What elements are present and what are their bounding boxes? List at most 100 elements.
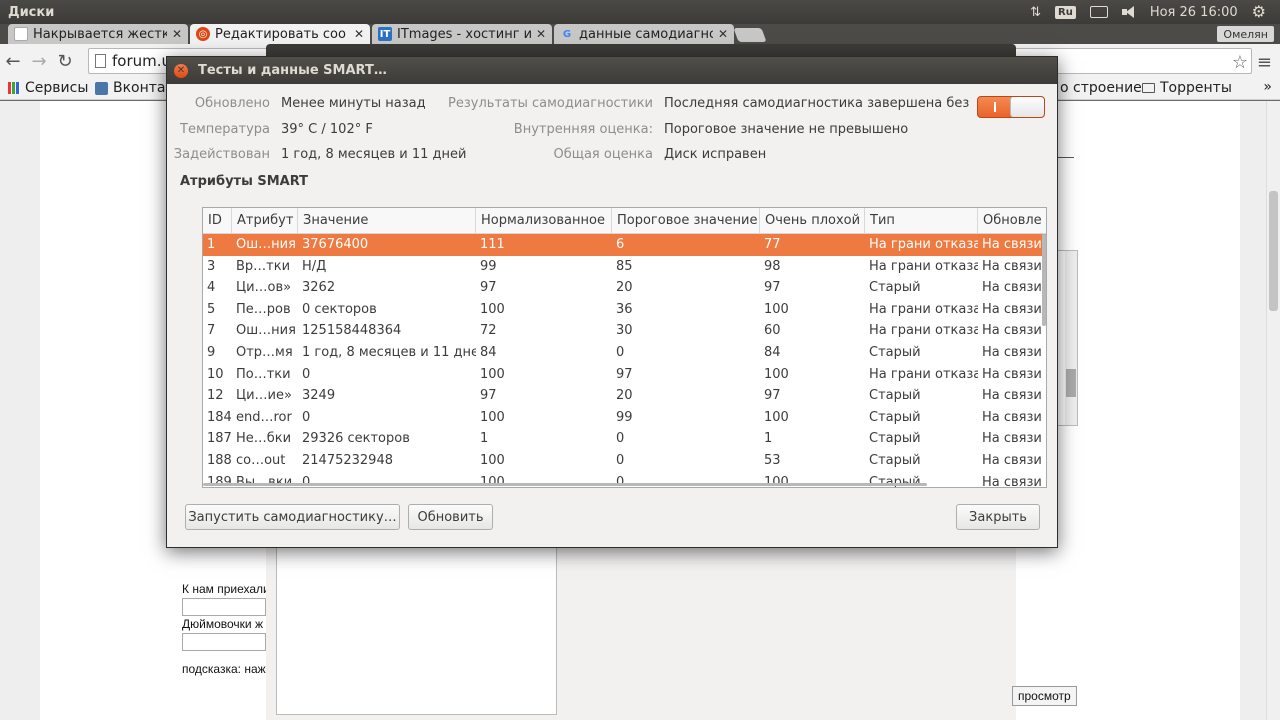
column-header-updates[interactable]: Обновле <box>978 208 1046 234</box>
text-editor-area[interactable] <box>276 540 557 715</box>
back-icon[interactable]: ← <box>0 51 26 72</box>
close-icon[interactable]: ✕ <box>174 63 188 78</box>
table-cell: 0 <box>616 431 625 447</box>
bookmark-folder[interactable]: о строение <box>1060 80 1142 96</box>
table-row[interactable]: 4 Ци…ов» 3262 97 20 97 Старый На связи <box>203 277 1046 299</box>
reload-icon[interactable]: ↻ <box>52 51 78 72</box>
volume-icon[interactable] <box>1121 6 1136 18</box>
column-header-attribute[interactable]: Атрибут <box>232 208 298 234</box>
table-cell: 30 <box>616 323 633 339</box>
browser-tab[interactable]: G данные самодиагнс ✕ <box>554 24 734 44</box>
column-header-type[interactable]: Тип <box>865 208 978 234</box>
table-cell: 100 <box>764 301 789 317</box>
bookmark-vk[interactable]: Вконтак <box>95 80 174 96</box>
bookmark-services[interactable]: Сервисы <box>8 80 88 96</box>
table-cell: 53 <box>764 453 781 468</box>
bookmark-label: Сервисы <box>25 80 89 96</box>
scrollbar-thumb[interactable] <box>1066 369 1076 397</box>
browser-tab-active[interactable]: ◎ Редактировать соо ✕ <box>190 24 370 44</box>
table-row[interactable]: 10 По…тки 0 100 97 100 На грани отказа На связи <box>203 364 1046 386</box>
table-cell: 100 <box>764 409 789 425</box>
table-cell: На связи <box>982 237 1042 252</box>
table-cell: Ош…ния <box>236 237 296 252</box>
tab-label: Редактировать соо <box>215 26 346 42</box>
clock[interactable]: Ноя 26 16:00 <box>1150 5 1238 20</box>
close-icon[interactable]: ✕ <box>718 27 728 41</box>
column-header-id[interactable]: ID <box>203 208 232 234</box>
table-cell: 99 <box>480 258 497 274</box>
table-cell: Старый <box>869 345 921 360</box>
form-label: К нам приехали <box>182 582 266 596</box>
itmages-icon: IT <box>378 27 392 41</box>
close-icon[interactable]: ✕ <box>536 27 546 41</box>
close-icon[interactable]: ✕ <box>354 27 364 41</box>
column-header-threshold[interactable]: Пороговое значение <box>612 208 760 234</box>
smart-enable-switch[interactable] <box>977 96 1045 118</box>
table-cell: На связи <box>982 409 1042 425</box>
table-cell: 111 <box>480 237 505 252</box>
overall-assessment-value: Диск исправен <box>664 147 767 162</box>
table-cell: 3262 <box>302 280 336 296</box>
keyboard-layout-indicator[interactable]: Ru <box>1055 5 1076 19</box>
bookmark-label: Вконтак <box>113 80 174 96</box>
table-row[interactable]: 184 end…ror 0 100 99 100 Старый На связи <box>203 407 1046 429</box>
table-cell: 97 <box>764 388 781 404</box>
table-cell: 0 <box>616 453 625 468</box>
browser-tab[interactable]: Накрывается жестк ✕ <box>8 24 188 44</box>
gear-icon[interactable]: ⚙ <box>1252 4 1266 20</box>
table-cell: Вр…тки <box>236 258 291 274</box>
table-row[interactable]: 7 Ош…ния 125158448364 72 30 60 На грани отказа… <box>203 320 1046 342</box>
table-cell: 125158448364 <box>302 323 402 339</box>
table-row[interactable]: 1 Ош…ния 37676400 111 6 77 На грани отказа На с… <box>203 234 1046 256</box>
column-header-worst[interactable]: Очень плохой <box>760 208 865 234</box>
close-button[interactable]: Закрыть <box>956 504 1040 530</box>
scrollbar-thumb[interactable] <box>1269 191 1278 311</box>
side-scrollbar[interactable] <box>1065 251 1077 425</box>
bookmark-folder-torrents[interactable]: Торренты <box>1142 80 1232 96</box>
table-cell: 184 <box>207 409 232 425</box>
battery-icon[interactable] <box>1089 6 1108 18</box>
close-icon[interactable]: ✕ <box>172 27 182 41</box>
table-cell: На связи <box>982 431 1042 447</box>
table-row[interactable]: 188 co…out 21475232948 100 0 53 Старый На связи <box>203 450 1046 472</box>
menu-icon[interactable]: ≡ <box>1257 52 1272 73</box>
column-header-value[interactable]: Значение <box>298 208 476 234</box>
bookmark-star-icon[interactable]: ☆ <box>1232 52 1248 73</box>
switch-knob[interactable] <box>1010 97 1044 117</box>
table-cell: 100 <box>480 301 505 317</box>
smart-dialog: ✕ Тесты и данные SMART… Обновлено Менее … <box>166 56 1058 548</box>
table-horizontal-scrollbar[interactable] <box>203 483 927 486</box>
table-cell: 97 <box>480 280 497 296</box>
form-label: Дюймовочки ж <box>182 617 263 631</box>
table-cell: 6 <box>616 237 625 252</box>
preview-button[interactable]: просмотр <box>1012 686 1077 706</box>
table-cell: Пе…ров <box>236 301 291 317</box>
new-tab-button[interactable] <box>733 28 767 42</box>
more-bookmarks-icon[interactable]: » <box>1263 79 1272 95</box>
internal-assessment-value: Пороговое значение не превышено <box>664 122 909 137</box>
refresh-button[interactable]: Обновить <box>408 504 493 530</box>
table-row[interactable]: 9 Отр…мя 1 год, 8 месяцев и 11 дней 84 0 84 Ст… <box>203 342 1046 364</box>
form-input[interactable] <box>182 633 266 651</box>
table-row[interactable]: 5 Пе…ров 0 секторов 100 36 100 На грани отказа… <box>203 299 1046 321</box>
forward-icon[interactable]: → <box>26 51 52 72</box>
start-selftest-button[interactable]: Запустить самодиагностику… <box>185 504 400 530</box>
table-row[interactable]: 3 Вр…тки Н/Д 99 85 98 На грани отказа На связи <box>203 256 1046 278</box>
table-cell: 98 <box>764 258 781 274</box>
network-icon[interactable]: ⇅ <box>1030 5 1041 20</box>
table-cell: Не…бки <box>236 431 292 447</box>
table-cell: На связи <box>982 453 1042 468</box>
page-scrollbar[interactable] <box>1266 101 1280 720</box>
table-vertical-scrollbar[interactable] <box>1042 234 1046 326</box>
table-cell: 29326 секторов <box>302 431 410 447</box>
table-cell: 36 <box>616 301 633 317</box>
table-row[interactable]: 12 Ци…ие» 3249 97 20 97 Старый На связи <box>203 385 1046 407</box>
column-header-normalized[interactable]: Нормализованное <box>476 208 612 234</box>
temperature-label: Температура <box>180 122 270 137</box>
browser-tab[interactable]: IT ITmages - хостинг и ✕ <box>372 24 552 44</box>
profile-button[interactable]: Омелян <box>1217 26 1274 42</box>
table-cell: 9 <box>207 345 216 360</box>
table-row[interactable]: 187 Не…бки 29326 секторов 1 0 1 Старый На связи <box>203 428 1046 450</box>
powered-on-label: Задействован <box>173 147 270 162</box>
form-input[interactable] <box>182 598 266 616</box>
